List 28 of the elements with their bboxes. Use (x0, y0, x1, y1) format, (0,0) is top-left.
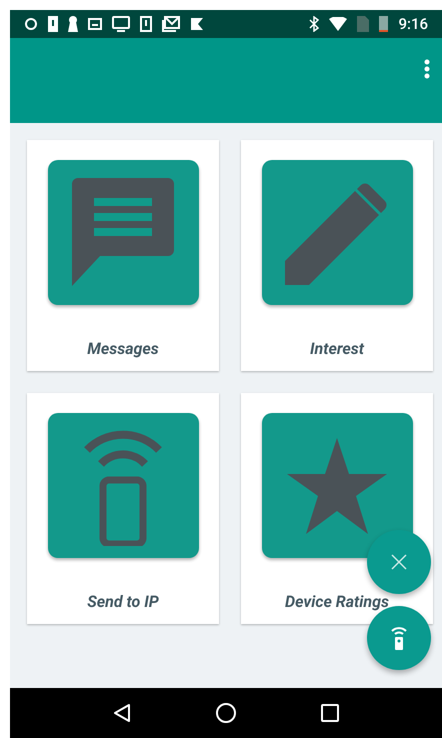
recents-icon[interactable] (321, 704, 340, 722)
feature-card[interactable]: Device Ratings (241, 393, 433, 624)
card-label: Device Ratings (285, 591, 389, 613)
card-label: Interest (310, 338, 364, 360)
mail-icon (162, 16, 180, 32)
battery-alert-icon (48, 16, 58, 32)
no-sim-icon (357, 16, 370, 32)
pencil-icon (285, 180, 389, 284)
feature-card[interactable]: Send to IP (27, 393, 219, 624)
more-options-button[interactable] (422, 58, 432, 80)
bluetooth-icon (309, 16, 320, 32)
battery-icon (379, 16, 388, 32)
alert-icon (140, 16, 152, 32)
star-icon (287, 438, 387, 534)
chat-bubble-icon (72, 178, 174, 288)
more-vertical-icon (424, 59, 430, 79)
close-icon (391, 554, 407, 570)
feature-card[interactable]: Messages (27, 140, 219, 371)
home-icon[interactable] (216, 703, 236, 723)
back-icon[interactable] (112, 703, 131, 723)
remote-icon (391, 626, 407, 650)
card-label: Messages (87, 338, 159, 360)
feature-card[interactable]: Interest (241, 140, 433, 371)
keyhole-icon (68, 16, 78, 32)
status-time: 9:16 (398, 14, 428, 35)
wifi-icon (329, 17, 348, 31)
monitor-icon (112, 16, 130, 32)
card-label: Send to IP (87, 591, 159, 613)
